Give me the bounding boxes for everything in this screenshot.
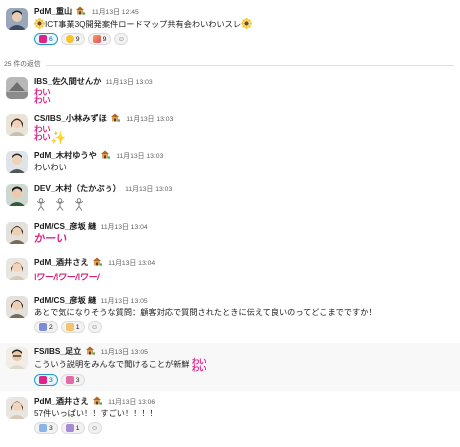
reaction-pill[interactable]: 3 — [34, 374, 58, 386]
pray-icon — [65, 323, 74, 331]
timestamp[interactable]: 11月13日 13:04 — [108, 260, 155, 267]
timestamp[interactable]: 11月13日 13:03 — [106, 79, 153, 86]
reaction-bar: 2 1 ☺ — [34, 321, 460, 333]
avatar[interactable] — [6, 258, 28, 280]
sender-name[interactable]: PdM_重山 — [34, 7, 72, 16]
avatar[interactable] — [6, 296, 28, 318]
reaction-pill[interactable]: 3 — [60, 374, 85, 386]
sign-icon — [39, 424, 47, 432]
thread-view: PdM_重山 11月13日 12:45 ICT事業3Q開発案件ロードマップ共有会… — [0, 0, 460, 447]
house-with-garden-icon — [110, 113, 121, 122]
avatar[interactable] — [6, 222, 28, 244]
reply-count-divider: 25 件の返信 — [0, 60, 460, 70]
dancing-figure-icon — [34, 198, 48, 211]
sender-name[interactable]: PdM_酒井さえ — [34, 258, 89, 267]
message-body — [34, 198, 460, 215]
dancing-figure-icon — [72, 198, 86, 211]
waiwai-icon — [39, 35, 47, 43]
waiwai-icon — [39, 376, 47, 384]
sender-name[interactable]: PdM/CS_彦坂 縫 — [34, 222, 96, 231]
kaai-stamp: かーい — [33, 232, 68, 245]
sender-name[interactable]: PdM_木村ゆうや — [34, 151, 97, 160]
timestamp[interactable]: 11月13日 13:04 — [101, 224, 148, 231]
house-with-garden-icon — [100, 150, 111, 159]
reaction-bar: 3 3 — [34, 374, 460, 386]
reply-message[interactable]: DEV_木村（たかぷぅ） 11月13日 13:03 — [0, 183, 460, 215]
avatar[interactable] — [6, 397, 28, 419]
add-reaction-icon: ☺ — [90, 323, 99, 331]
sparkles-icon: ✨ — [50, 130, 67, 145]
waiwai-stamp: わい わい — [34, 124, 51, 142]
house-with-garden-icon — [85, 346, 95, 355]
avatar[interactable] — [6, 8, 28, 30]
reply-message[interactable]: FS/IBS_足立 11月13日 13:05 こういう説明をみんなで聞けることが… — [0, 343, 460, 391]
message-body: ICT事業3Q開発案件ロードマップ共有会わいわいスレ — [34, 18, 460, 31]
reply-message[interactable]: PdM/CS_彦坂 縫 11月13日 13:04 かーい — [0, 221, 460, 249]
avatar[interactable] — [6, 347, 28, 369]
house-with-garden-icon — [92, 396, 102, 405]
message-text: 57件いっぱい！！すごい！！！！ — [34, 409, 158, 418]
sign-icon — [65, 424, 74, 432]
reaction-pill[interactable]: 1 — [60, 422, 85, 434]
dancing-figure-icon — [53, 198, 67, 211]
add-reaction-button[interactable]: ☺ — [87, 321, 102, 333]
message-text: ICT事業3Q開発案件ロードマップ共有会わいわいスレ — [45, 20, 242, 29]
reaction-pill[interactable]: 2 — [34, 321, 58, 333]
sender-name[interactable]: PdM/CS_彦坂 縫 — [34, 296, 96, 305]
message-text: わいわい — [34, 163, 67, 172]
sunflower-icon — [241, 18, 252, 29]
add-reaction-button[interactable]: ☺ — [87, 422, 102, 434]
waiwai-stamp: わい わい — [34, 87, 51, 105]
waiwai-icon — [65, 376, 74, 384]
reply-message[interactable]: PdM_木村ゆうや 11月13日 13:03 わいわい — [0, 150, 460, 176]
waiwai-stamp: わい わい — [191, 357, 207, 373]
avatar[interactable] — [6, 114, 28, 136]
add-reaction-icon: ☺ — [117, 35, 125, 43]
timestamp[interactable]: 11月13日 13:03 — [125, 186, 172, 193]
reaction-pill[interactable]: 6 — [34, 33, 58, 45]
timestamp[interactable]: 11月13日 13:06 — [108, 399, 155, 406]
message-text: あとで気になりそうな質問：顧客対応で質問されたときに伝えて良いのってどこまでです… — [34, 308, 377, 317]
timestamp[interactable]: 11月13日 12:45 — [92, 9, 139, 16]
sign-icon — [39, 323, 47, 331]
sender-name[interactable]: FS/IBS_足立 — [34, 347, 81, 356]
reaction-bar: 3 1 ☺ — [34, 422, 460, 434]
sender-name[interactable]: CS/IBS_小林みずほ — [34, 114, 107, 123]
sender-name[interactable]: PdM_酒井さえ — [34, 397, 89, 406]
reaction-bar: 6 9 9 ☺ — [34, 33, 460, 45]
reaction-pill[interactable]: 9 — [60, 33, 85, 45]
timestamp[interactable]: 11月13日 13:05 — [101, 349, 148, 356]
avatar[interactable] — [6, 184, 28, 206]
party-popper-icon — [92, 35, 101, 43]
reply-message[interactable]: PdM/CS_彦坂 縫 11月13日 13:05 あとで気になりそうな質問：顧客… — [0, 295, 460, 341]
sender-name[interactable]: IBS_佐久間せんか — [34, 77, 101, 86]
house-with-garden-icon — [75, 6, 86, 15]
reply-message[interactable]: PdM_酒井さえ 11月13日 13:06 57件いっぱい！！すごい！！！！ 3… — [0, 396, 460, 442]
reaction-pill[interactable]: 1 — [60, 321, 85, 333]
sunflower-icon — [34, 18, 45, 29]
avatar[interactable] — [6, 77, 28, 99]
reply-message[interactable]: CS/IBS_小林みずほ 11月13日 13:03 わい わい✨ — [0, 113, 460, 144]
reply-message[interactable]: IBS_佐久間せんか 11月13日 13:03 わい わい — [0, 76, 460, 104]
house-with-garden-icon — [92, 257, 102, 266]
divider-line — [46, 65, 454, 66]
reply-message[interactable]: PdM_酒井さえ 11月13日 13:04 \ワー/\ワー/\ワー/ — [0, 257, 460, 287]
timestamp[interactable]: 11月13日 13:05 — [101, 298, 148, 305]
timestamp[interactable]: 11月13日 13:03 — [126, 116, 173, 123]
add-reaction-icon: ☺ — [90, 424, 99, 432]
message-text: こういう説明をみんなで聞けることが新鮮 — [34, 360, 190, 369]
avatar[interactable] — [6, 151, 28, 173]
sunflower-icon — [65, 35, 74, 43]
add-reaction-button[interactable]: ☺ — [114, 33, 129, 45]
power-stamp: \ワー/\ワー/\ワー/ — [33, 272, 101, 282]
message-body: こういう説明をみんなで聞けることが新鮮 わい わい — [34, 357, 460, 373]
parent-message[interactable]: PdM_重山 11月13日 12:45 ICT事業3Q開発案件ロードマップ共有会… — [0, 6, 460, 56]
reaction-pill[interactable]: 9 — [87, 33, 112, 45]
timestamp[interactable]: 11月13日 13:03 — [116, 153, 163, 160]
sender-name[interactable]: DEV_木村（たかぷぅ） — [34, 184, 121, 193]
reply-count-label: 25 件の返信 — [4, 60, 44, 70]
reaction-pill[interactable]: 3 — [34, 422, 58, 434]
